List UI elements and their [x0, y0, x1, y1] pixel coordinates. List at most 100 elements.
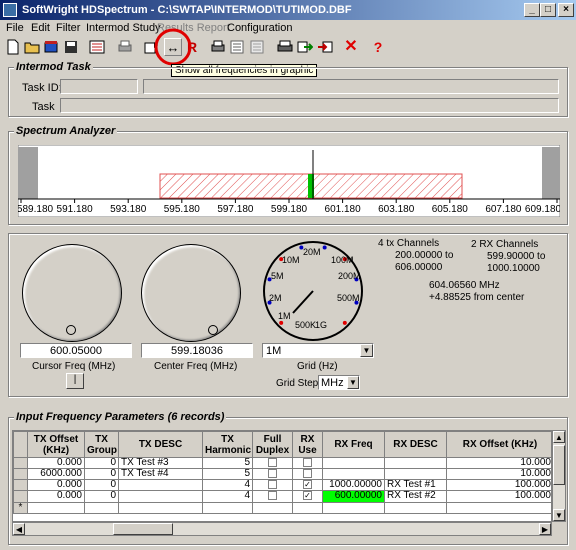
column-header[interactable]: RX DESC	[384, 431, 447, 458]
column-header[interactable]: Full Duplex	[252, 431, 293, 458]
cursor-marker-button[interactable]: |	[66, 373, 84, 389]
row-selector[interactable]	[13, 456, 28, 470]
printer-icon[interactable]	[276, 38, 294, 56]
rx-offset-cell[interactable]: 100.000	[446, 490, 551, 503]
empty-cell[interactable]	[292, 501, 323, 514]
table-row[interactable]: 0.000 0 4 ✓ 1000.00000 RX Test #1 100.000	[13, 479, 551, 492]
full-duplex-cell[interactable]	[252, 479, 293, 492]
rx-use-cell[interactable]: ✓	[292, 490, 323, 503]
scroll-up-icon[interactable]: ▲	[553, 431, 565, 443]
report-icon[interactable]	[228, 38, 246, 56]
rx-use-checkbox[interactable]	[303, 458, 312, 467]
tx-group-cell[interactable]: 0	[84, 490, 119, 503]
column-header[interactable]: TX DESC	[118, 431, 203, 458]
task-field[interactable]	[60, 98, 559, 113]
full-duplex-cell[interactable]	[252, 490, 293, 503]
tx-harmonic-cell[interactable]: 4	[202, 490, 253, 503]
tx-desc-cell[interactable]: TX Test #3	[118, 456, 203, 470]
column-header[interactable]: TX Offset (KHz)	[27, 431, 85, 458]
menu-configuration[interactable]: Configuration	[227, 22, 292, 34]
empty-cell[interactable]	[84, 501, 119, 514]
rx-desc-cell[interactable]	[384, 468, 447, 481]
column-header[interactable]: RX Offset (KHz)	[446, 431, 551, 458]
horizontal-scrollbar[interactable]: ◀ ▶	[12, 522, 552, 536]
tx-offset-cell[interactable]: 0.000	[27, 456, 85, 470]
minimize-button[interactable]: _	[524, 3, 540, 17]
print-setup-icon[interactable]	[116, 38, 134, 56]
empty-cell[interactable]	[446, 501, 551, 514]
empty-cell[interactable]	[27, 501, 85, 514]
tx-group-cell[interactable]: 0	[84, 479, 119, 492]
document-icon[interactable]	[248, 38, 266, 56]
cursor-freq-knob[interactable]	[22, 244, 122, 342]
menu-filter[interactable]: Filter	[56, 22, 80, 34]
rx-use-cell[interactable]	[292, 456, 323, 470]
rx-offset-cell[interactable]: 10.000	[446, 456, 551, 470]
rx-use-cell[interactable]: ✓	[292, 479, 323, 492]
full-duplex-checkbox[interactable]	[268, 491, 277, 501]
scroll-left-icon[interactable]: ◀	[13, 523, 25, 535]
rx-use-checkbox[interactable]	[303, 469, 312, 479]
empty-cell[interactable]	[202, 501, 253, 514]
center-freq-knob[interactable]	[141, 244, 241, 342]
scroll-down-icon[interactable]: ▼	[553, 509, 565, 521]
column-header[interactable]: RX Freq	[322, 431, 385, 458]
spectrum-graphic[interactable]: 589.180 591.180 593.180 595.180 597.180 599.1…	[18, 145, 560, 217]
print-icon[interactable]	[209, 38, 227, 56]
rx-use-checkbox[interactable]: ✓	[303, 491, 312, 501]
column-header[interactable]: TX Group	[84, 431, 119, 458]
rx-offset-cell[interactable]: 10.000	[446, 468, 551, 481]
scroll-thumb[interactable]	[553, 445, 565, 485]
tx-offset-cell[interactable]: 6000.000	[27, 468, 85, 481]
full-duplex-cell[interactable]	[252, 468, 293, 481]
rx-use-checkbox[interactable]: ✓	[303, 480, 312, 490]
grid-step-select[interactable]: MHz ▼	[318, 375, 360, 390]
table-row[interactable]: 0.000 0 TX Test #3 5 10.000	[13, 456, 551, 470]
new-file-icon[interactable]	[4, 38, 22, 56]
empty-cell[interactable]	[252, 501, 293, 514]
empty-cell[interactable]	[118, 501, 203, 514]
full-duplex-checkbox[interactable]	[268, 480, 277, 490]
vertical-scrollbar[interactable]: ▲ ▼	[552, 430, 566, 522]
rx-offset-cell[interactable]: 100.000	[446, 479, 551, 492]
table-row[interactable]: 6000.000 0 TX Test #4 5 10.000	[13, 468, 551, 481]
tx-offset-cell[interactable]: 0.000	[27, 479, 85, 492]
close-icon[interactable]: ✕	[342, 38, 360, 56]
tx-desc-cell[interactable]	[118, 479, 203, 492]
tx-group-cell[interactable]: 0	[84, 468, 119, 481]
task-id-field[interactable]	[60, 79, 138, 94]
tx-harmonic-cell[interactable]: 5	[202, 468, 253, 481]
cursor-freq-input[interactable]: 600.05000	[20, 343, 132, 358]
menu-file[interactable]: File	[6, 22, 24, 34]
empty-cell[interactable]	[322, 501, 385, 514]
center-freq-input[interactable]: 599.18036	[141, 343, 253, 358]
open-folder-icon[interactable]	[23, 38, 41, 56]
import-icon[interactable]	[316, 38, 334, 56]
rx-desc-cell[interactable]	[384, 456, 447, 470]
rx-desc-cell[interactable]: RX Test #2	[384, 490, 447, 503]
grid-select[interactable]: 1M ▼	[262, 343, 374, 358]
task-id-description-field[interactable]	[143, 79, 559, 94]
help-icon[interactable]: ?	[369, 38, 387, 56]
menu-intermod-study[interactable]: Intermod Study	[86, 22, 161, 34]
row-selector[interactable]	[13, 468, 28, 481]
tx-desc-cell[interactable]: TX Test #4	[118, 468, 203, 481]
open-database-icon[interactable]	[42, 38, 60, 56]
chevron-down-icon[interactable]: ▼	[360, 344, 373, 357]
full-duplex-checkbox[interactable]	[268, 469, 277, 479]
tx-offset-cell[interactable]: 0.000	[27, 490, 85, 503]
menu-edit[interactable]: Edit	[31, 22, 50, 34]
rx-desc-cell[interactable]: RX Test #1	[384, 479, 447, 492]
column-header[interactable]: TX Harmonic	[202, 431, 253, 458]
table-row[interactable]: 0.000 0 4 ✓ 600.00000 RX Test #2 100.000	[13, 490, 551, 503]
scroll-thumb-horizontal[interactable]	[113, 523, 173, 535]
grid-dial[interactable]: 20M 10M 100M 5M 200M 2M 500M 1M 500K 1G	[262, 241, 366, 343]
tx-group-cell[interactable]: 0	[84, 456, 119, 470]
rx-freq-cell[interactable]: 1000.00000	[322, 479, 385, 492]
rx-freq-cell[interactable]	[322, 456, 385, 470]
new-record-row[interactable]: *	[13, 501, 551, 514]
tx-harmonic-cell[interactable]: 4	[202, 479, 253, 492]
close-button[interactable]: ×	[558, 3, 574, 17]
export-icon[interactable]	[296, 38, 314, 56]
tx-harmonic-cell[interactable]: 5	[202, 456, 253, 470]
